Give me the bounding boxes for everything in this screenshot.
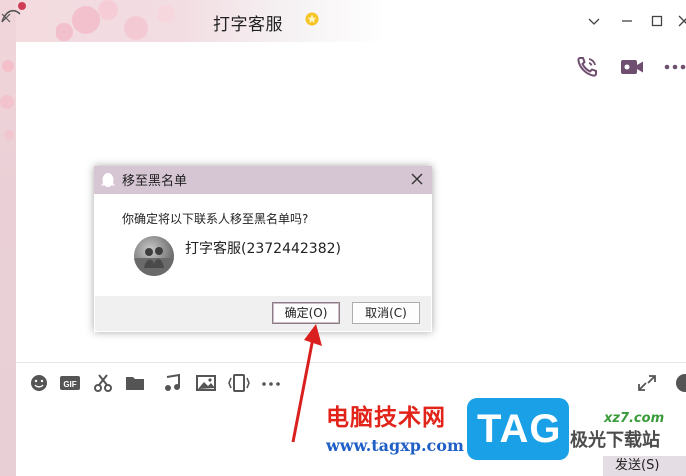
- avatar-photo: [134, 247, 174, 276]
- svg-text:GIF: GIF: [63, 380, 76, 389]
- watermark-site: 极光下载站: [570, 430, 660, 451]
- dialog-close-icon[interactable]: [410, 172, 424, 186]
- blossom-decoration: [56, 0, 175, 41]
- voice-call-icon[interactable]: [575, 55, 601, 79]
- watermark-url: www.tagxp.com: [326, 436, 464, 455]
- maximize-icon: [651, 15, 663, 27]
- logo-decoration-icon: [1, 2, 26, 23]
- minimize-icon: [622, 20, 632, 22]
- floral-sidebar-decoration: [0, 0, 16, 476]
- watermark-brand: 电脑技术网: [326, 405, 446, 431]
- music-icon[interactable]: [163, 373, 183, 393]
- maximize-button[interactable]: [647, 11, 667, 31]
- close-icon: [678, 15, 686, 27]
- history-icon[interactable]: [673, 373, 686, 393]
- scissors-icon[interactable]: [93, 373, 113, 393]
- chevron-down-icon: [588, 18, 600, 25]
- cancel-button[interactable]: 取消(C): [352, 302, 420, 324]
- dropdown-button[interactable]: [584, 11, 604, 31]
- more-options-icon[interactable]: [662, 55, 686, 79]
- dialog-message: 你确定将以下联系人移至黑名单吗?: [122, 212, 309, 226]
- avatar: [134, 236, 174, 276]
- tag-logo-text: TAG: [477, 407, 562, 451]
- folder-icon[interactable]: [124, 373, 146, 393]
- vip-star-icon: [305, 12, 319, 26]
- send-button[interactable]: 发送(S): [603, 456, 686, 476]
- gif-icon[interactable]: GIF: [59, 373, 81, 393]
- tag-logo: TAG: [467, 398, 569, 460]
- image-icon[interactable]: [195, 373, 217, 393]
- annotation-arrow: [291, 324, 322, 443]
- watermark-site-url: xz7.com: [604, 411, 665, 426]
- minimize-button[interactable]: [617, 11, 637, 31]
- dialog-title: 移至黑名单: [122, 174, 188, 189]
- close-window-button[interactable]: [674, 11, 686, 31]
- contact-name: 打字客服(2372442382): [185, 241, 341, 257]
- screen-shake-icon[interactable]: [228, 373, 250, 393]
- penguin-icon: [101, 173, 115, 187]
- compose-divider: [16, 362, 686, 363]
- more-tools-icon[interactable]: [260, 373, 282, 393]
- expand-icon[interactable]: [636, 373, 658, 393]
- video-call-icon[interactable]: [619, 55, 645, 79]
- emoji-icon[interactable]: [29, 373, 49, 393]
- send-button-label: 发送(S): [615, 458, 660, 473]
- window-title: 打字客服: [213, 15, 283, 35]
